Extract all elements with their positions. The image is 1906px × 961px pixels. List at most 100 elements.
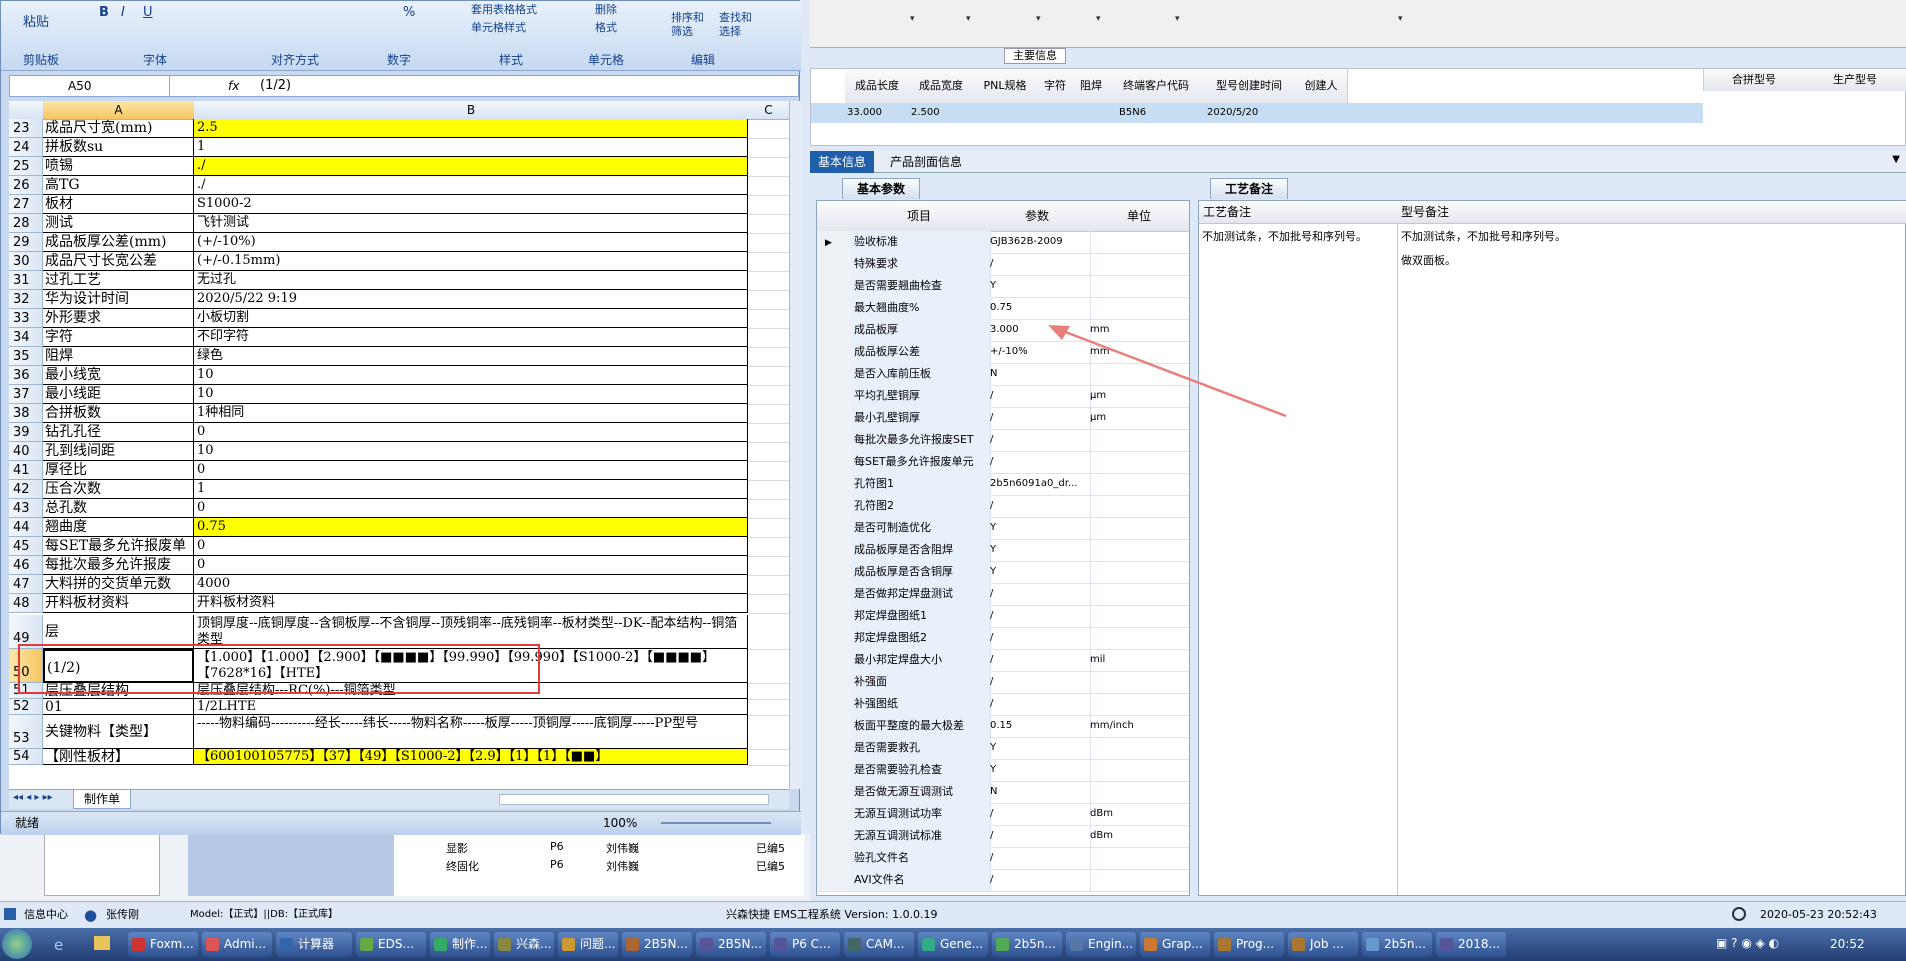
param-item[interactable]: 孔符图1 bbox=[851, 473, 991, 495]
param-row[interactable]: 无源互调测试标准 / dBm bbox=[817, 825, 1189, 848]
cell-a[interactable]: 【刚性板材】 bbox=[43, 749, 194, 765]
name-box[interactable]: A50 bbox=[10, 76, 170, 96]
main-info-cell[interactable]: 2020/5/20 bbox=[1207, 103, 1293, 123]
cell-c[interactable] bbox=[748, 347, 789, 367]
param-row[interactable]: 孔符图1 2b5n6091a0_dr... bbox=[817, 473, 1189, 496]
combo-arrow-icon[interactable]: ▾ bbox=[966, 14, 971, 24]
param-unit[interactable] bbox=[1087, 693, 1189, 715]
param-unit[interactable] bbox=[1087, 539, 1189, 561]
row-header[interactable] bbox=[817, 539, 852, 561]
param-item[interactable]: 验收标准 bbox=[851, 231, 991, 253]
underline-button[interactable]: U bbox=[143, 5, 153, 20]
cell-b[interactable]: 2020/5/22 9:19 bbox=[194, 290, 748, 309]
param-item[interactable]: 最大翘曲度% bbox=[851, 297, 991, 319]
cell-c[interactable] bbox=[748, 157, 789, 177]
param-row[interactable]: 最大翘曲度% 0.75 bbox=[817, 297, 1189, 320]
param-item[interactable]: 板面平整度的最大极差 bbox=[851, 715, 991, 737]
row-number[interactable]: 53 bbox=[9, 715, 43, 749]
param-row[interactable]: 补强面 / bbox=[817, 671, 1189, 694]
row-header[interactable]: ▶ bbox=[817, 231, 852, 253]
row-header[interactable] bbox=[817, 319, 852, 341]
cell-c[interactable] bbox=[748, 499, 789, 519]
row-number[interactable]: 48 bbox=[9, 594, 43, 613]
cell-c[interactable] bbox=[748, 290, 789, 310]
model-remark-text[interactable]: 不加测试条，不加批号和序列号。 bbox=[1401, 229, 1566, 244]
row-number[interactable]: 25 bbox=[9, 157, 43, 176]
horizontal-scrollbar[interactable] bbox=[499, 794, 769, 805]
row-header[interactable] bbox=[817, 253, 852, 275]
cell-c[interactable] bbox=[748, 119, 789, 139]
taskbar-item[interactable]: Prog... bbox=[1214, 932, 1284, 957]
zoom-level[interactable]: 100% bbox=[603, 812, 637, 834]
cell-c[interactable] bbox=[748, 385, 789, 405]
cell-b[interactable]: 不印字符 bbox=[194, 328, 748, 347]
taskbar-item[interactable]: 2B5N... bbox=[622, 932, 692, 957]
tab-process-remarks[interactable]: 工艺备注 bbox=[1210, 178, 1289, 199]
row-number[interactable]: 47 bbox=[9, 575, 43, 594]
param-item[interactable]: 成品板厚是否含铜厚 bbox=[851, 561, 991, 583]
row-number[interactable]: 35 bbox=[9, 347, 43, 366]
param-item[interactable]: 成品板厚公差 bbox=[851, 341, 991, 363]
param-value[interactable]: 2b5n6091a0_dr... bbox=[987, 473, 1091, 495]
cell-c[interactable] bbox=[748, 518, 789, 538]
cell-c[interactable] bbox=[748, 461, 789, 481]
param-row[interactable]: 最小邦定焊盘大小 / mil bbox=[817, 649, 1189, 672]
process-remark-text[interactable]: 不加测试条，不加批号和序列号。 bbox=[1202, 229, 1392, 244]
param-value[interactable]: Y bbox=[987, 759, 1091, 781]
param-unit[interactable] bbox=[1087, 737, 1189, 759]
cell-a[interactable]: 阻焊 bbox=[43, 347, 194, 366]
delete-button[interactable]: 删除 bbox=[595, 1, 617, 17]
param-value[interactable]: / bbox=[987, 671, 1091, 693]
param-value[interactable]: / bbox=[987, 825, 1091, 847]
param-row[interactable]: 每批次最多允许报废SET / bbox=[817, 429, 1189, 452]
taskbar-item[interactable]: 2b5n... bbox=[1362, 932, 1432, 957]
param-value[interactable]: Y bbox=[987, 561, 1091, 583]
taskbar-item[interactable]: 2B5N... bbox=[696, 932, 766, 957]
cell-a[interactable]: 成品尺寸宽(mm) bbox=[43, 119, 194, 138]
row-header[interactable] bbox=[817, 649, 852, 671]
cell-c[interactable] bbox=[748, 749, 789, 766]
row-header[interactable] bbox=[817, 781, 852, 803]
taskbar-item[interactable]: Admi... bbox=[202, 932, 272, 957]
main-info-header[interactable]: 字符 bbox=[1037, 69, 1074, 103]
cell-c[interactable] bbox=[748, 442, 789, 462]
param-unit[interactable]: mil bbox=[1087, 649, 1189, 671]
cell-a[interactable]: 01 bbox=[43, 699, 194, 715]
cell-a[interactable]: 大料拼的交货单元数 bbox=[43, 575, 194, 594]
param-row[interactable]: 验孔文件名 / bbox=[817, 847, 1189, 870]
param-value[interactable]: Y bbox=[987, 737, 1091, 759]
param-unit[interactable] bbox=[1087, 253, 1189, 275]
param-item[interactable]: 是否做无源互调测试 bbox=[851, 781, 991, 803]
tree-item-name[interactable]: 终固化 bbox=[446, 858, 479, 874]
cell-c[interactable] bbox=[748, 480, 789, 500]
combo-arrow-icon[interactable]: ▾ bbox=[1096, 14, 1101, 24]
row-header[interactable] bbox=[817, 561, 852, 583]
param-unit[interactable] bbox=[1087, 473, 1189, 495]
row-number[interactable]: 42 bbox=[9, 480, 43, 499]
info-center[interactable]: 信息中心 bbox=[24, 902, 68, 928]
cell-b[interactable]: 绿色 bbox=[194, 347, 748, 366]
cell-a[interactable]: 过孔工艺 bbox=[43, 271, 194, 290]
row-number[interactable]: 28 bbox=[9, 214, 43, 233]
main-info-cell[interactable]: 33.000 bbox=[847, 103, 907, 123]
row-number[interactable]: 52 bbox=[9, 699, 43, 715]
formula-input[interactable]: (1/2) bbox=[260, 76, 291, 96]
row-number[interactable]: 41 bbox=[9, 461, 43, 480]
main-info-header[interactable]: 终端客户代码 bbox=[1109, 69, 1204, 103]
cell-a[interactable]: 华为设计时间 bbox=[43, 290, 194, 309]
param-item[interactable]: 补强图纸 bbox=[851, 693, 991, 715]
cell-c[interactable] bbox=[748, 252, 789, 272]
param-item[interactable]: 邦定焊盘图纸1 bbox=[851, 605, 991, 627]
cell-b[interactable]: 开料板材资料 bbox=[194, 594, 748, 613]
main-info-header[interactable]: 创建人 bbox=[1295, 69, 1348, 103]
param-value[interactable]: / bbox=[987, 693, 1091, 715]
main-info-header[interactable]: 成品宽度 bbox=[909, 69, 974, 103]
row-header[interactable] bbox=[817, 341, 852, 363]
row-number[interactable]: 24 bbox=[9, 138, 43, 157]
row-number[interactable]: 40 bbox=[9, 442, 43, 461]
cell-c[interactable] bbox=[748, 138, 789, 158]
fx-icon[interactable]: fx bbox=[228, 76, 239, 96]
taskbar-item[interactable]: Job ... bbox=[1288, 932, 1358, 957]
param-item[interactable]: 是否需要验孔检查 bbox=[851, 759, 991, 781]
taskbar-item[interactable]: 计算器 bbox=[276, 932, 352, 957]
